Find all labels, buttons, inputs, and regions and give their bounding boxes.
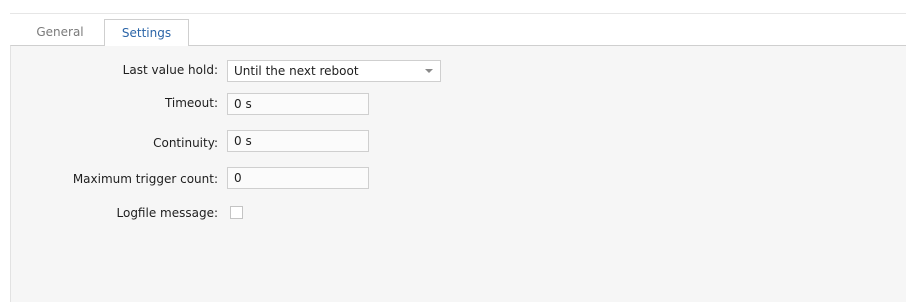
- tab-bar: General Settings: [10, 19, 906, 46]
- last-value-hold-value: Until the next reboot: [234, 64, 359, 78]
- top-divider: [10, 13, 906, 14]
- timeout-label: Timeout:: [164, 96, 218, 110]
- chevron-down-icon: [425, 69, 433, 73]
- settings-window: General Settings Last value hold: Until …: [0, 0, 906, 302]
- max-trigger-count-label: Maximum trigger count:: [72, 172, 218, 186]
- continuity-label: Continuity:: [153, 136, 218, 150]
- last-value-hold-label: Last value hold:: [122, 63, 218, 77]
- max-trigger-count-input[interactable]: [227, 167, 369, 189]
- continuity-input[interactable]: [227, 130, 369, 152]
- logfile-message-checkbox[interactable]: [230, 206, 243, 219]
- logfile-message-label: Logfile message:: [116, 206, 219, 220]
- last-value-hold-select[interactable]: Until the next reboot: [227, 60, 441, 82]
- timeout-input[interactable]: [227, 93, 369, 115]
- tab-general[interactable]: General: [22, 19, 98, 45]
- tab-settings[interactable]: Settings: [104, 19, 189, 46]
